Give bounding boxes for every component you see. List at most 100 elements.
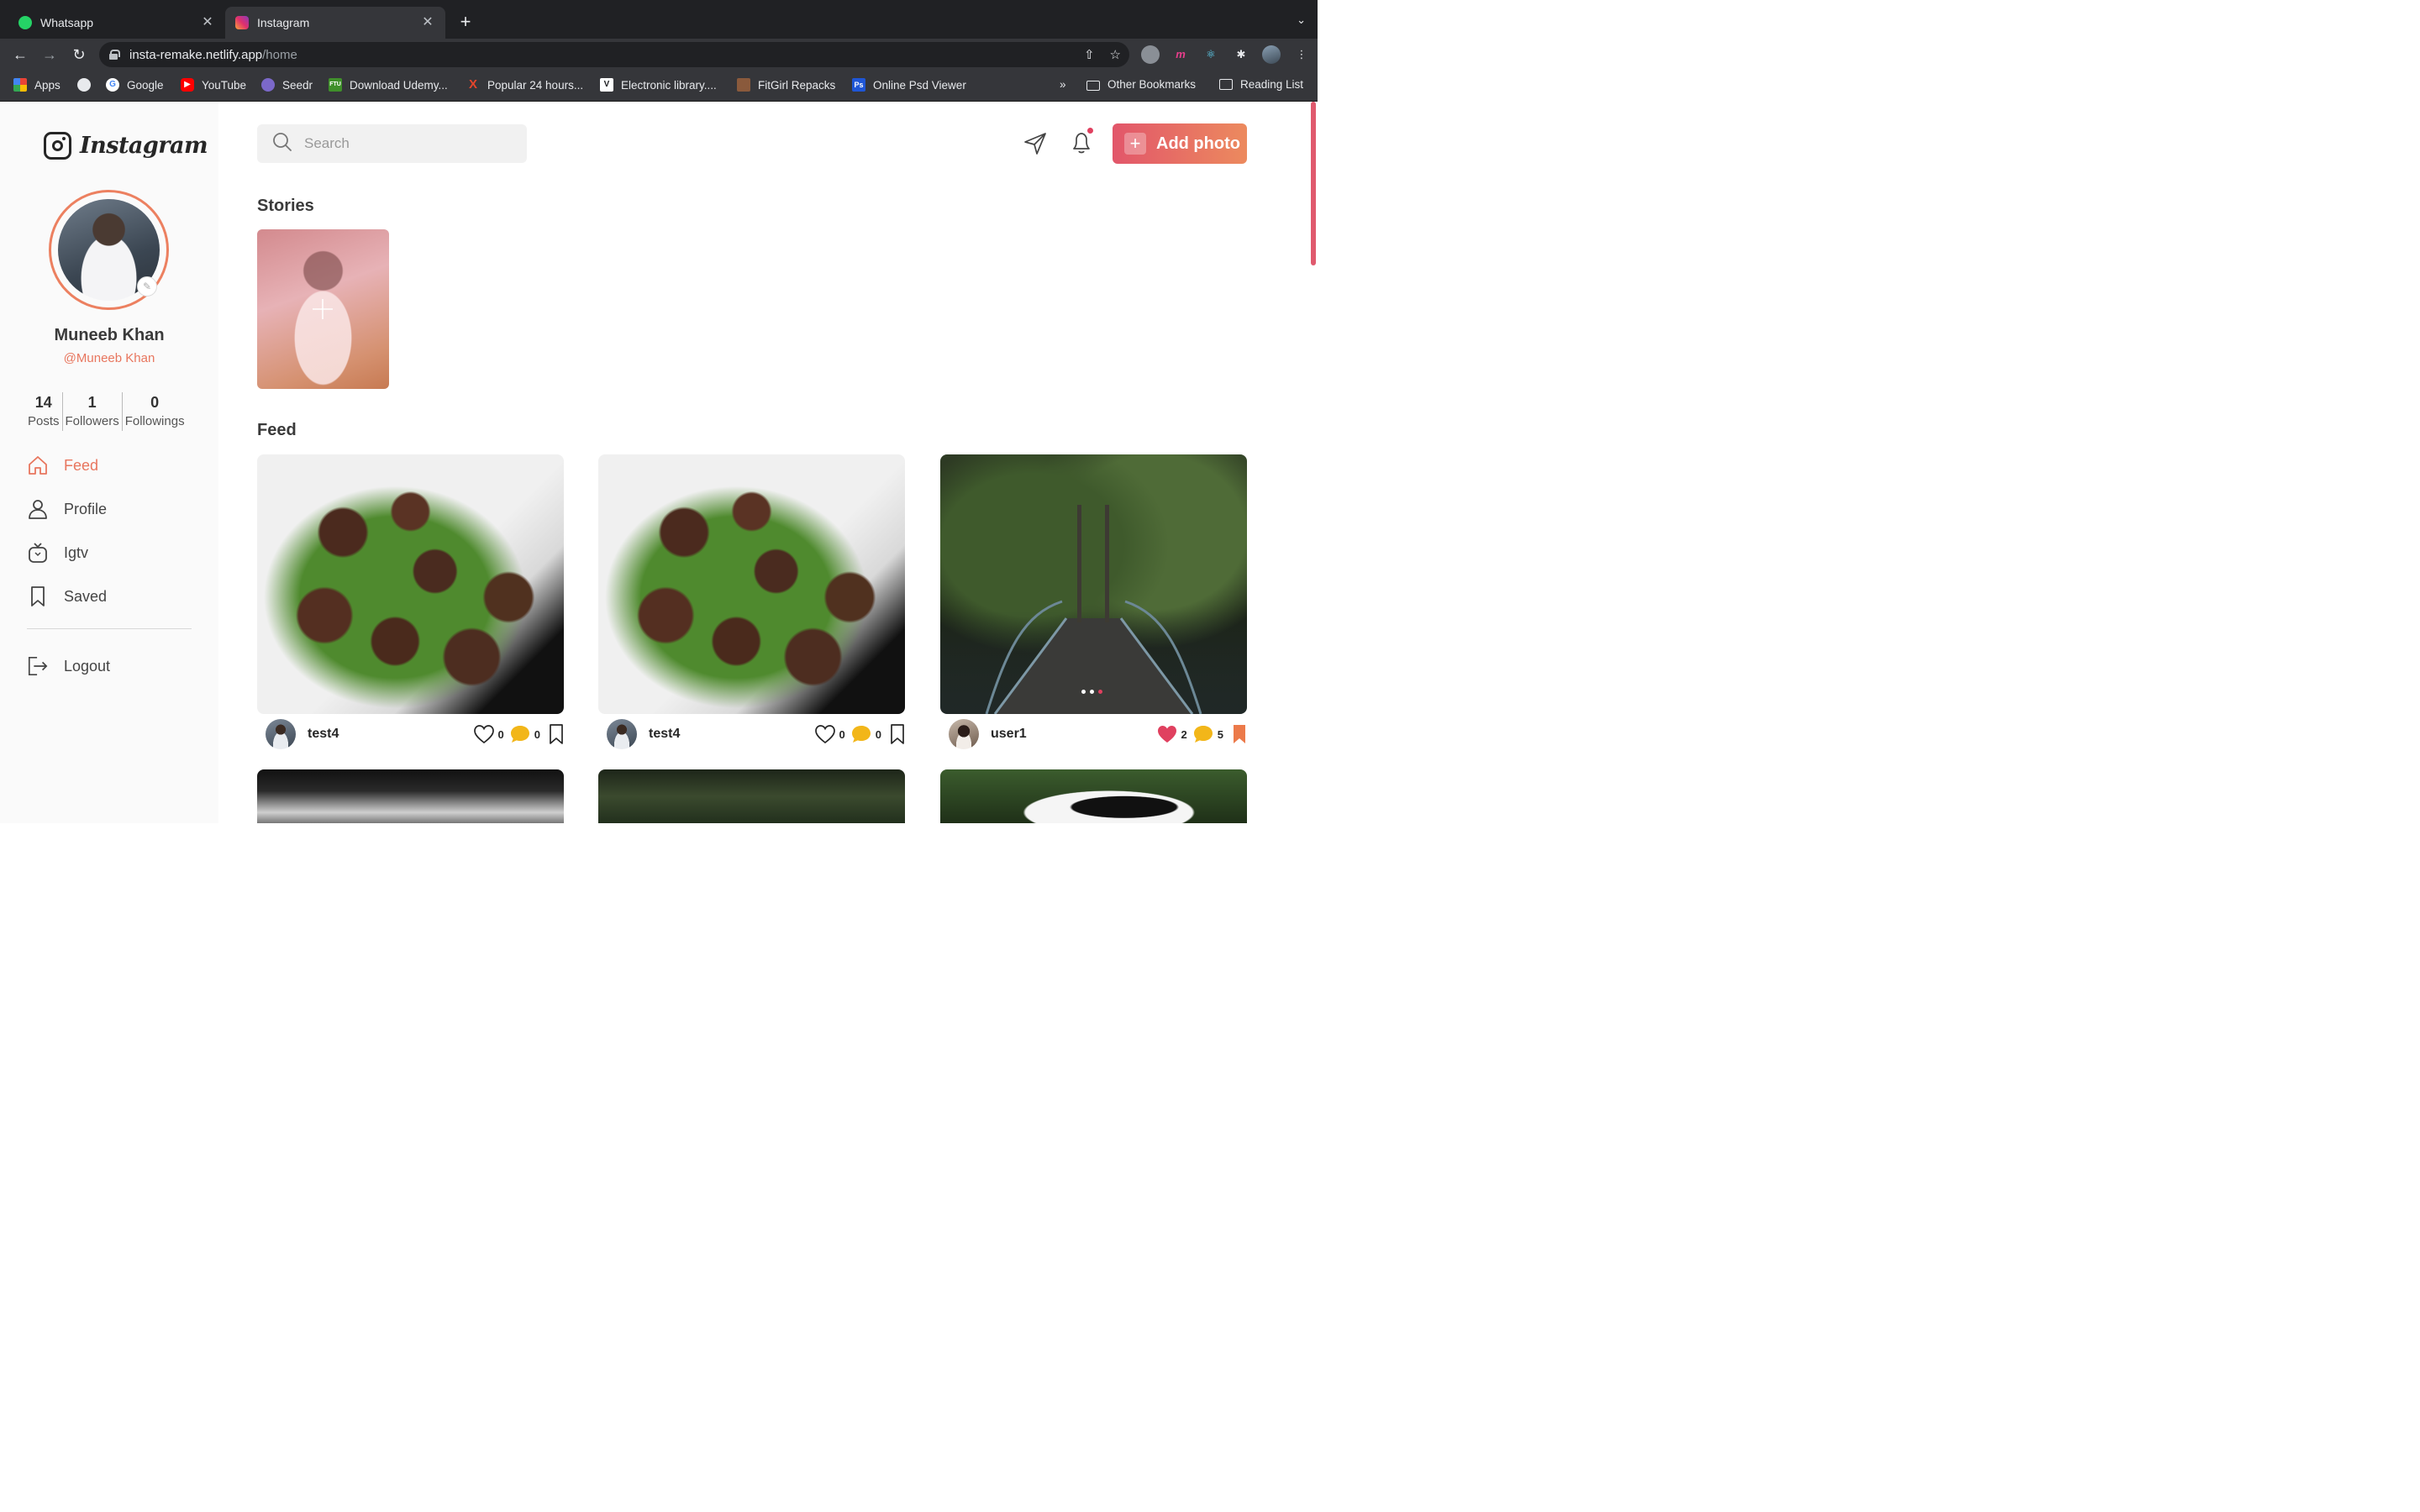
youtube-icon: ▶ xyxy=(181,78,194,92)
avatar[interactable] xyxy=(266,719,296,749)
reload-button[interactable]: ↻ xyxy=(70,45,88,64)
profile-handle: @Muneeb Khan xyxy=(63,351,155,365)
bookmark-label: Download Udemy... xyxy=(350,78,448,92)
post-footer: test4 0 0 xyxy=(607,717,905,751)
browser-menu-icon[interactable]: ⋮ xyxy=(1292,45,1311,64)
profile-avatar[interactable] xyxy=(1262,45,1281,64)
stat-followings[interactable]: 0 Followings xyxy=(121,392,187,431)
post-image[interactable] xyxy=(257,769,564,823)
post-image[interactable] xyxy=(598,769,905,823)
bookmark-udemy[interactable]: FTU Download Udemy... xyxy=(329,78,448,92)
sidebar-item-profile[interactable]: Profile xyxy=(27,487,192,531)
plus-icon: + xyxy=(1124,133,1146,155)
instagram-camera-icon xyxy=(44,132,71,160)
stat-posts[interactable]: 14 Posts xyxy=(25,392,62,431)
nav-divider xyxy=(27,628,192,629)
paper-plane-icon xyxy=(1024,133,1046,155)
avatar[interactable] xyxy=(949,719,979,749)
bookmark-electronic-library[interactable]: V Electronic library.... xyxy=(600,78,717,92)
m-extension-icon[interactable]: m xyxy=(1171,45,1190,64)
post-username[interactable]: test4 xyxy=(308,727,468,742)
bookmark-globe[interactable] xyxy=(77,78,98,92)
more-bookmarks-button[interactable]: » xyxy=(1060,78,1066,91)
post-footer: test4 0 0 xyxy=(266,717,564,751)
comment-button[interactable]: 5 xyxy=(1192,724,1223,744)
share-icon[interactable]: ⇧ xyxy=(1084,47,1095,62)
stat-label: Followings xyxy=(124,414,185,428)
sidebar-item-igtv[interactable]: Igtv xyxy=(27,531,192,575)
bookmark-fitgirl[interactable]: FitGirl Repacks xyxy=(737,78,835,92)
add-photo-label: Add photo xyxy=(1156,134,1240,153)
stat-value: 1 xyxy=(87,394,97,411)
extensions-puzzle-icon[interactable]: ✱ xyxy=(1232,45,1250,64)
like-button[interactable]: 0 xyxy=(473,724,504,744)
carousel-dot[interactable] xyxy=(1081,690,1086,694)
forward-button[interactable]: → xyxy=(40,45,59,64)
reading-list-button[interactable]: Reading List xyxy=(1219,78,1303,91)
tab-search-chevron-icon[interactable]: ⌄ xyxy=(1297,13,1306,27)
bookmark-icon xyxy=(550,724,563,744)
bookmarks-bar: Apps G Google ▶ YouTube Seedr FTU Downlo… xyxy=(0,71,1318,102)
sidebar-item-saved[interactable]: Saved xyxy=(27,575,192,618)
post-username[interactable]: test4 xyxy=(649,727,809,742)
sidebar-nav: Feed Profile Igtv Saved Logout xyxy=(27,444,192,688)
carousel-dot[interactable] xyxy=(1090,690,1094,694)
bookmark-psd-viewer[interactable]: Ps Online Psd Viewer xyxy=(852,78,966,92)
star-icon[interactable]: ☆ xyxy=(1110,47,1121,62)
tab-whatsapp[interactable]: Whatsapp ✕ xyxy=(8,7,225,39)
page-scrollbar[interactable] xyxy=(1309,102,1318,823)
url-host: insta-remake.netlify.app xyxy=(129,47,263,62)
react-devtools-icon[interactable]: ⚛ xyxy=(1202,45,1220,64)
comment-button[interactable]: 0 xyxy=(850,724,881,744)
save-button[interactable] xyxy=(1232,723,1247,745)
browser-toolbar: ← → ↻ insta-remake.netlify.app/home ⇧ ☆ … xyxy=(0,39,1318,71)
other-bookmarks-folder[interactable]: Other Bookmarks xyxy=(1086,78,1196,91)
post-image[interactable] xyxy=(940,769,1247,823)
stat-value: 14 xyxy=(34,394,52,411)
add-story-card[interactable] xyxy=(257,229,389,389)
like-button[interactable]: 0 xyxy=(814,724,845,744)
back-button[interactable]: ← xyxy=(11,45,29,64)
instagram-logo[interactable]: Instagram xyxy=(44,132,208,160)
tab-instagram[interactable]: Instagram ✕ xyxy=(225,7,445,39)
post-image[interactable] xyxy=(940,454,1247,714)
post-footer: user1 2 5 xyxy=(949,717,1247,751)
search-box[interactable] xyxy=(257,124,527,163)
post-image[interactable] xyxy=(598,454,905,714)
scrollbar-thumb[interactable] xyxy=(1311,102,1316,265)
sidebar-item-feed[interactable]: Feed xyxy=(27,444,192,487)
stat-followers[interactable]: 1 Followers xyxy=(61,392,122,431)
carousel-dots[interactable] xyxy=(1081,690,1102,694)
stat-label: Followers xyxy=(65,414,119,428)
like-button[interactable]: 2 xyxy=(1156,724,1187,744)
send-message-button[interactable] xyxy=(1023,131,1048,156)
more-bookmarks-label: » xyxy=(1060,78,1066,91)
sidebar-item-label: Igtv xyxy=(64,543,89,561)
bookmark-label: Online Psd Viewer xyxy=(873,78,966,92)
search-icon xyxy=(272,132,292,156)
comment-button[interactable]: 0 xyxy=(509,724,540,744)
save-button[interactable] xyxy=(890,723,905,745)
logout-button[interactable]: Logout xyxy=(27,644,192,688)
bookmark-youtube[interactable]: ▶ YouTube xyxy=(181,78,246,92)
post-image[interactable] xyxy=(257,454,564,714)
carousel-dot-active[interactable] xyxy=(1098,690,1102,694)
bookmark-google[interactable]: G Google xyxy=(106,78,164,92)
save-button[interactable] xyxy=(549,723,564,745)
close-icon[interactable]: ✕ xyxy=(200,15,215,30)
post-username[interactable]: user1 xyxy=(991,727,1151,742)
avatar[interactable] xyxy=(607,719,637,749)
bookmark-seedr[interactable]: Seedr xyxy=(261,78,313,92)
sidebar-item-label: Feed xyxy=(64,456,99,474)
bookmark-apps[interactable]: Apps xyxy=(13,78,60,92)
new-tab-button[interactable]: + xyxy=(456,13,475,31)
lock-icon[interactable] xyxy=(109,50,120,60)
close-icon[interactable]: ✕ xyxy=(420,15,435,30)
add-photo-button[interactable]: + Add photo xyxy=(1113,123,1247,164)
edit-avatar-icon[interactable]: ✎ xyxy=(137,276,157,297)
bookmark-popular[interactable]: X Popular 24 hours... xyxy=(466,78,583,92)
comment-count: 0 xyxy=(534,727,540,741)
search-input[interactable] xyxy=(304,135,506,152)
address-bar[interactable]: insta-remake.netlify.app/home ⇧ ☆ xyxy=(99,42,1129,67)
globe-extension-icon[interactable] xyxy=(1141,45,1160,64)
